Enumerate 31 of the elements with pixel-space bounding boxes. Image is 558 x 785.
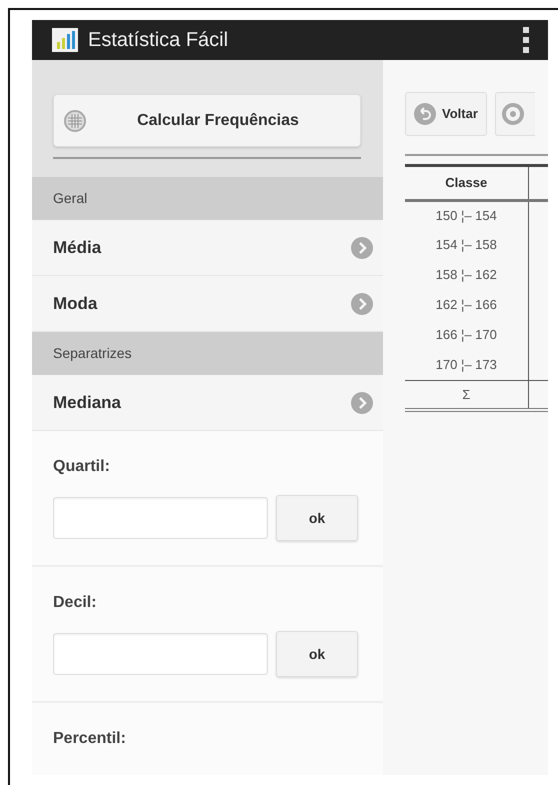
section-header: Geral [32, 177, 383, 220]
chevron-circle-icon [351, 236, 373, 258]
table-cell: 162 ¦– 166 [405, 290, 528, 320]
field-label: Percentil: [53, 729, 127, 749]
app-title: Estatística Fácil [88, 28, 228, 53]
menu-item[interactable]: Média [32, 220, 383, 276]
input-field[interactable] [53, 497, 268, 539]
circle-icon [502, 103, 524, 125]
field-label: Decil: [53, 593, 98, 613]
table-cell: 170 ¦– 173 [405, 350, 528, 380]
toolbar-button[interactable] [494, 92, 535, 136]
field-label: Quartil: [53, 457, 111, 477]
chevron-circle-icon [351, 292, 373, 314]
input-field[interactable] [53, 633, 268, 675]
ok-button[interactable]: ok [276, 495, 358, 541]
sum-symbol: Σ [405, 380, 528, 410]
back-button[interactable]: Voltar [405, 92, 487, 136]
overflow-menu-icon[interactable] [522, 27, 530, 53]
chevron-circle-icon [351, 392, 373, 414]
calculate-frequencies-button[interactable]: Calcular Frequências [53, 94, 361, 147]
menu-item[interactable]: Moda [32, 276, 383, 332]
section-header: Separatrizes [32, 332, 383, 375]
grid-icon [64, 110, 86, 132]
menu-item[interactable]: Mediana [32, 375, 383, 431]
ok-button[interactable]: ok [276, 631, 358, 677]
table-cell: 158 ¦– 162 [405, 260, 528, 290]
table-cell: 150 ¦– 154 [405, 200, 528, 230]
table-cell: 154 ¦– 158 [405, 230, 528, 260]
column-header: Classe [405, 166, 528, 200]
bar-chart-icon [52, 28, 78, 52]
table-cell: 166 ¦– 170 [405, 320, 528, 350]
